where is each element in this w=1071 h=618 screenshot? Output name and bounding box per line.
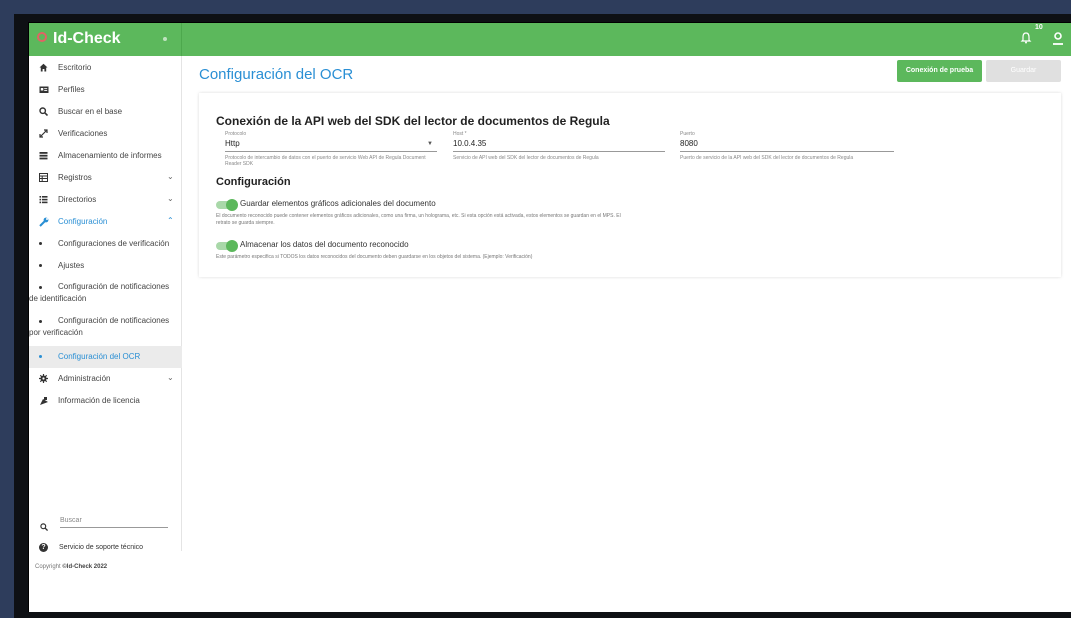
bell-icon[interactable] — [1019, 32, 1033, 46]
field-help: Protocolo de intercambio de datos con el… — [225, 155, 426, 167]
user-icon[interactable] — [1051, 31, 1067, 47]
help-icon: ? — [39, 543, 48, 552]
sidebar-subitem-label: Configuraciones de verificación — [58, 239, 170, 248]
card-title: Conexión de la API web del SDK del lecto… — [216, 114, 610, 128]
list-bullet-icon — [39, 195, 48, 204]
sidebar-item-label: Escritorio — [58, 63, 92, 72]
sidebar-item-label: Directorios — [58, 195, 97, 204]
section-title: Configuración — [216, 176, 291, 188]
toggle-label: Guardar elementos gráficos adicionales d… — [240, 199, 436, 208]
search-icon — [39, 107, 49, 117]
bullet-icon — [39, 264, 42, 267]
sidebar-item-administracion[interactable]: Administración ⌄ — [29, 368, 182, 390]
toggle-knob — [226, 240, 238, 252]
chevron-down-icon: ⌄ — [167, 194, 174, 203]
field-help: Servicio de API web del SDK del lector d… — [453, 155, 599, 161]
field-help: Puerto de servicio de la API web del SDK… — [680, 155, 854, 161]
license-icon — [39, 396, 48, 405]
top-bar: Id-Check 10 — [29, 23, 1071, 56]
page-title: Configuración del OCR — [199, 66, 354, 83]
sidebar-item-label: Perfiles — [58, 85, 85, 94]
sidebar-item-registros[interactable]: Registros ⌄ — [29, 167, 182, 189]
sidebar-item-directorios[interactable]: Directorios ⌄ — [29, 189, 182, 211]
port-field[interactable]: Puerto 8080 Puerto de servicio de la API… — [680, 131, 894, 161]
host-field[interactable]: Host * 10.0.4.35 Servicio de API web del… — [453, 131, 665, 161]
search-icon — [40, 518, 49, 536]
sidebar-item-label: Registros — [58, 173, 92, 182]
sidebar-subitem-label: Configuración de notificaciones de ident… — [29, 282, 170, 303]
sidebar-item-verificaciones[interactable]: Verificaciones — [29, 123, 182, 145]
wrench-icon — [39, 217, 49, 227]
sidebar-item-licencia[interactable]: Información de licencia — [29, 390, 182, 412]
store-data-toggle[interactable] — [216, 240, 238, 252]
save-button[interactable]: Guardar — [986, 60, 1061, 82]
dropdown-arrow-icon: ▼ — [427, 141, 433, 147]
home-icon — [39, 63, 48, 72]
sidebar-toggle-icon[interactable] — [163, 37, 167, 41]
sidebar-item-configuracion[interactable]: Configuración ⌃ — [29, 211, 182, 233]
copyright-brand: ©Id-Check 2022 — [62, 564, 108, 570]
sidebar-item-label: Información de licencia — [58, 396, 140, 405]
graphics-toggle[interactable] — [216, 199, 238, 211]
sidebar-subitem-notificaciones-identificacion[interactable]: Configuración de notificaciones de ident… — [29, 277, 182, 311]
sidebar-item-perfiles[interactable]: Perfiles — [29, 79, 182, 101]
field-label: Puerto — [680, 131, 695, 137]
port-input[interactable]: 8080 — [680, 139, 894, 152]
protocol-field[interactable]: Protocolo Http ▼ Protocolo de intercambi… — [225, 131, 437, 167]
gear-icon — [39, 374, 48, 383]
protocol-select[interactable]: Http ▼ — [225, 139, 437, 152]
screen-bezel-left — [14, 14, 28, 618]
expand-icon — [39, 129, 48, 138]
logo-icon — [37, 32, 47, 42]
chevron-down-icon: ⌄ — [167, 172, 174, 181]
sidebar-subitem-label: Ajustes — [58, 261, 85, 270]
support-link[interactable]: ? Servicio de soporte técnico — [29, 542, 182, 556]
field-label: Host * — [453, 131, 467, 137]
sidebar-search[interactable]: Buscar — [29, 515, 182, 532]
screen-bezel-top — [14, 14, 1071, 22]
chevron-down-icon: ⌄ — [167, 373, 174, 382]
test-connection-button[interactable]: Conexión de prueba — [897, 60, 982, 82]
toggle-knob — [226, 199, 238, 211]
copyright-prefix: Copyright — [35, 564, 63, 570]
bullet-icon — [39, 242, 42, 245]
host-input[interactable]: 10.0.4.35 — [453, 139, 665, 152]
sidebar-item-escritorio[interactable]: Escritorio — [29, 57, 182, 79]
sidebar-subitem-label: Configuración del OCR — [58, 352, 141, 361]
sidebar-subitem-configuraciones-verificacion[interactable]: Configuraciones de verificación — [29, 233, 182, 255]
copyright: Copyright ©Id-Check 2022 — [35, 564, 107, 570]
ocr-settings-card: Conexión de la API web del SDK del lecto… — [199, 93, 1061, 277]
toggle-help: Este parámetro especifica si TODOS los d… — [216, 254, 533, 260]
toggle-label: Almacenar los datos del documento recono… — [240, 240, 409, 249]
search-input[interactable]: Buscar — [60, 517, 168, 528]
sidebar-subitem-label: Configuración de notificaciones por veri… — [29, 316, 170, 337]
sidebar-item-buscar[interactable]: Buscar en el base — [29, 101, 182, 123]
sidebar-item-label: Configuración — [58, 217, 108, 226]
sidebar-subitem-ajustes[interactable]: Ajustes — [29, 255, 182, 277]
support-label: Servicio de soporte técnico — [59, 544, 144, 551]
id-card-icon — [39, 85, 49, 94]
sidebar-item-label: Almacenamiento de informes — [58, 151, 162, 160]
list-icon — [39, 151, 48, 160]
sidebar-subitem-notificaciones-verificacion[interactable]: Configuración de notificaciones por veri… — [29, 311, 182, 345]
field-label: Protocolo — [225, 131, 247, 137]
sidebar-item-label: Verificaciones — [58, 129, 108, 138]
brand-area[interactable]: Id-Check — [29, 23, 182, 56]
sidebar-item-label: Buscar en el base — [58, 107, 123, 116]
app-window: Id-Check 10 Escritorio Perfiles Buscar e… — [28, 22, 1071, 618]
toggle-help: El documento reconocido puede contener e… — [216, 213, 621, 226]
chevron-up-icon: ⌃ — [167, 216, 174, 225]
app-name: Id-Check — [53, 30, 121, 47]
field-value: Http — [225, 139, 240, 148]
sidebar-item-label: Administración — [58, 374, 111, 383]
sidebar: Escritorio Perfiles Buscar en el base Ve… — [29, 56, 182, 570]
sidebar-item-almacenamiento[interactable]: Almacenamiento de informes — [29, 145, 182, 167]
screen-bezel-bottom — [28, 612, 1071, 618]
notification-badge: 10 — [1035, 24, 1043, 31]
sidebar-subitem-ocr[interactable]: Configuración del OCR — [29, 346, 182, 368]
table-icon — [39, 173, 48, 182]
bullet-icon — [39, 355, 42, 358]
